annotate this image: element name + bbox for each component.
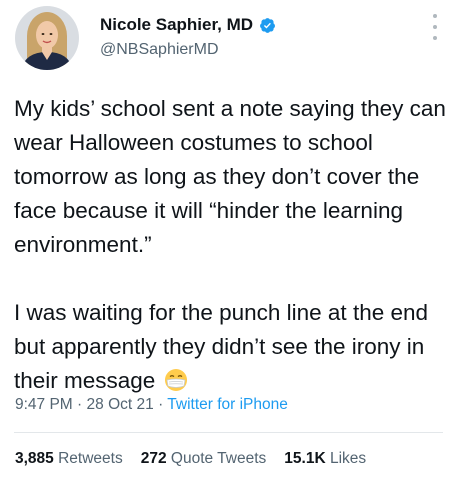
tweet-text: My kids’ school sent a note saying they … bbox=[14, 92, 451, 398]
author-handle[interactable]: @NBSaphierMD bbox=[100, 41, 219, 59]
likes-count: 15.1K bbox=[284, 450, 326, 467]
tweet-date[interactable]: 28 Oct 21 bbox=[87, 396, 154, 413]
meta-separator: · bbox=[77, 396, 83, 413]
more-options-icon[interactable] bbox=[430, 14, 440, 40]
retweets-label: Retweets bbox=[58, 450, 123, 467]
tweet-paragraph-2: I was waiting for the punch line at the … bbox=[14, 296, 451, 398]
quote-tweets-label: Quote Tweets bbox=[170, 450, 267, 467]
tweet-source-link[interactable]: Twitter for iPhone bbox=[167, 396, 288, 413]
likes-label: Likes bbox=[329, 450, 367, 467]
quote-tweets-count: 272 bbox=[140, 450, 167, 467]
tweet-time[interactable]: 9:47 PM bbox=[15, 396, 73, 413]
divider bbox=[14, 432, 443, 433]
tweet-paragraph-2-text: I was waiting for the punch line at the … bbox=[14, 300, 429, 393]
retweets-stat[interactable]: 3,885 Retweets bbox=[15, 450, 123, 468]
meta-separator: · bbox=[158, 396, 164, 413]
tweet-card: Nicole Saphier, MD @NBSaphierMD My kids’… bbox=[0, 0, 457, 480]
verified-badge-icon bbox=[259, 17, 276, 34]
tweet-meta: 9:47 PM · 28 Oct 21 · Twitter for iPhone bbox=[15, 396, 288, 414]
tweet-stats: 3,885 Retweets 272 Quote Tweets 15.1K Li… bbox=[15, 450, 366, 468]
quote-tweets-stat[interactable]: 272 Quote Tweets bbox=[141, 450, 267, 468]
author-name-row: Nicole Saphier, MD bbox=[100, 15, 276, 35]
face-with-medical-mask-icon bbox=[164, 368, 188, 392]
likes-stat[interactable]: 15.1K Likes bbox=[284, 450, 366, 468]
display-name[interactable]: Nicole Saphier, MD bbox=[100, 15, 253, 35]
retweets-count: 3,885 bbox=[15, 450, 54, 467]
tweet-paragraph-1: My kids’ school sent a note saying they … bbox=[14, 96, 446, 257]
profile-photo-icon bbox=[15, 6, 79, 70]
avatar[interactable] bbox=[15, 6, 79, 70]
